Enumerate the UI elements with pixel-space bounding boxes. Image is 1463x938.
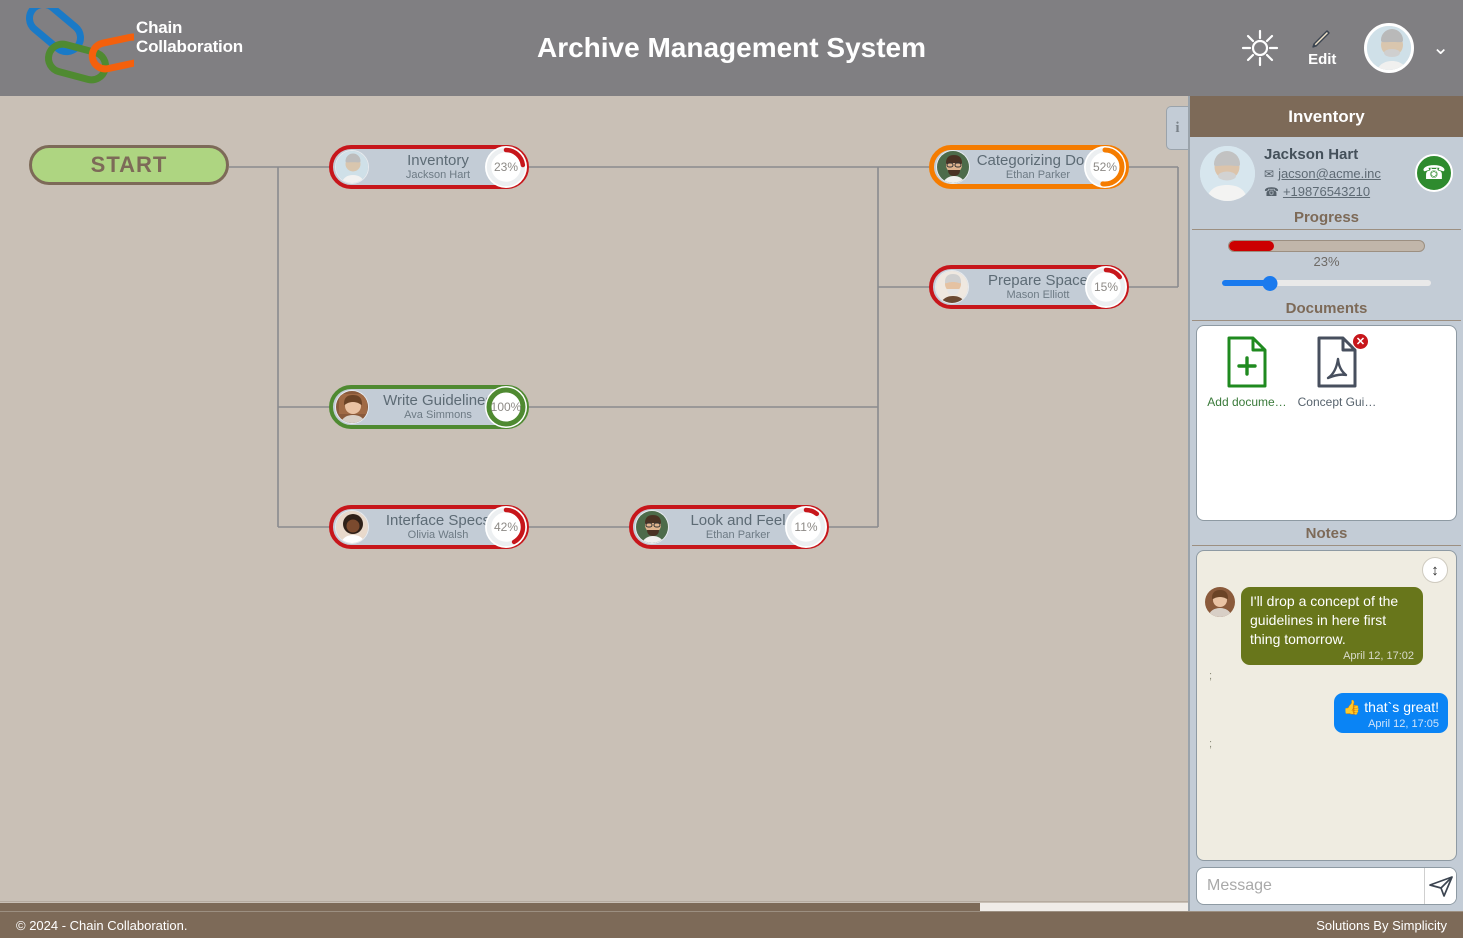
task-node-write-guidelines[interactable]: Write Guidelines Ava Simmons 100% [329,385,529,429]
header-actions: Edit ⌄ [1240,0,1449,96]
assignee-email-row: ✉ jacson@acme.inc [1264,165,1415,183]
assignee-phone-link[interactable]: +19876543210 [1283,183,1370,201]
chat-timestamp: April 12, 17:05 [1368,718,1439,730]
node-avatar [935,270,969,304]
progress-slider-wrap[interactable] [1190,273,1463,296]
message-avatar [1205,587,1235,617]
node-avatar [335,150,369,184]
send-icon [1428,876,1453,897]
document-item-pdf[interactable]: ✕ Concept Gui… [1295,333,1379,409]
assignee-avatar [1200,145,1255,201]
progress-percent-label: 23% [1313,254,1340,269]
logo-text: Chain Collaboration [136,18,243,56]
task-node-look-and-feel[interactable]: Look and Feel Ethan Parker 11% [629,505,829,549]
footer-copyright: © 2024 - Chain Collaboration. [16,917,188,933]
progress-ring: 42% [485,506,527,548]
progress-bar-wrap: 23% [1190,230,1463,273]
sidebar-title: Inventory [1190,96,1463,137]
progress-percent: 52% [1092,160,1118,174]
chat-text: I'll drop a concept of the guidelines in… [1250,593,1399,647]
progress-percent: 100% [490,400,522,414]
node-avatar [335,390,369,424]
task-node-prepare-space[interactable]: Prepare Space Mason Elliott 15% [929,265,1129,309]
delete-document-button[interactable]: ✕ [1352,333,1369,350]
progress-percent: 23% [493,160,519,174]
chevron-down-icon[interactable]: ⌄ [1432,38,1449,58]
avatar-image [1367,26,1412,70]
chat-text: 👍 that`s great! [1342,699,1439,715]
chat-divider-tick: ; [1209,670,1213,682]
assignee-details: Jackson Hart ✉ jacson@acme.inc ☎ +198765… [1255,145,1415,201]
resize-handle-icon[interactable]: ↕ [1422,557,1448,583]
assignee-name: Jackson Hart [1264,146,1359,163]
node-avatar [635,510,669,544]
node-avatar [936,150,970,184]
progress-percent: 42% [493,520,519,534]
start-node[interactable]: START [29,145,229,185]
envelope-icon: ✉ [1264,167,1275,181]
chat-bubble: I'll drop a concept of the guidelines in… [1241,587,1423,665]
progress-ring: 52% [1084,146,1126,188]
progress-percent: 11% [794,520,818,534]
app-footer: © 2024 - Chain Collaboration. Solutions … [0,911,1463,938]
message-input[interactable] [1197,868,1424,904]
call-button[interactable]: ☎ [1415,154,1453,192]
app-logo[interactable]: Chain Collaboration [14,0,314,88]
edit-label: Edit [1308,51,1337,68]
add-document-button[interactable]: Add docume… [1205,336,1289,409]
call-phone-icon: ☎ [1422,162,1446,184]
document-label: Concept Gui… [1297,395,1377,409]
notes-chat-panel[interactable]: ↕ I'll drop a concept of the guidelines … [1196,550,1457,861]
info-panel-toggle[interactable]: i [1166,106,1188,150]
edit-button[interactable]: Edit [1298,28,1346,68]
details-sidebar: Inventory Jackson Hart ✉ jacson@acme.inc… [1188,96,1463,911]
sun-icon[interactable] [1240,28,1280,68]
progress-ring: 15% [1085,266,1127,308]
logo-line-1: Chain [136,18,183,37]
assignee-phone-row: ☎ +19876543210 [1264,183,1415,201]
documents-section-title: Documents [1192,296,1461,321]
assignee-email-link[interactable]: jacson@acme.inc [1278,165,1381,183]
chain-links-icon [26,0,150,84]
assignee-card: Jackson Hart ✉ jacson@acme.inc ☎ +198765… [1190,137,1463,205]
progress-slider[interactable] [1222,275,1431,291]
notes-section-title: Notes [1192,521,1461,546]
progress-percent: 15% [1093,280,1119,294]
task-node-inventory[interactable]: Inventory Jackson Hart 23% [329,145,529,189]
send-button[interactable] [1424,868,1456,904]
chat-divider-tick: ; [1209,738,1213,750]
chat-message-outgoing: 👍 that`s great! April 12, 17:05 [1205,693,1448,733]
avatar[interactable] [1364,23,1415,73]
add-document-label: Add docume… [1207,395,1287,409]
slider-thumb[interactable] [1262,275,1278,291]
workflow-connectors [229,166,1179,528]
app-header: Chain Collaboration Archive Management S… [0,0,1463,96]
documents-list[interactable]: Add docume… ✕ Concept Gui… [1196,325,1457,521]
progress-ring: 100% [485,386,527,428]
logo-line-2: Collaboration [136,37,243,56]
chat-message-incoming: I'll drop a concept of the guidelines in… [1205,587,1448,665]
pencil-icon [1312,30,1330,48]
progress-bar [1228,240,1425,252]
workflow-canvas[interactable]: START Inventory Jackson Hart 23% Write G… [0,96,1188,901]
phone-icon: ☎ [1264,185,1279,199]
chat-timestamp: April 12, 17:02 [1343,650,1414,662]
task-node-interface-specs[interactable]: Interface Specs Olivia Walsh 42% [329,505,529,549]
progress-bar-fill [1229,241,1274,251]
add-document-icon [1227,336,1267,388]
footer-credit: Solutions By Simplicity [1316,917,1447,933]
progress-section-title: Progress [1192,205,1461,230]
task-node-categorizing-documents[interactable]: Categorizing Do… Ethan Parker 52% [929,145,1129,189]
progress-ring: 11% [785,506,827,548]
progress-ring: 23% [485,146,527,188]
chat-bubble: 👍 that`s great! April 12, 17:05 [1333,693,1448,733]
node-avatar [335,510,369,544]
message-compose-row[interactable] [1196,867,1457,905]
